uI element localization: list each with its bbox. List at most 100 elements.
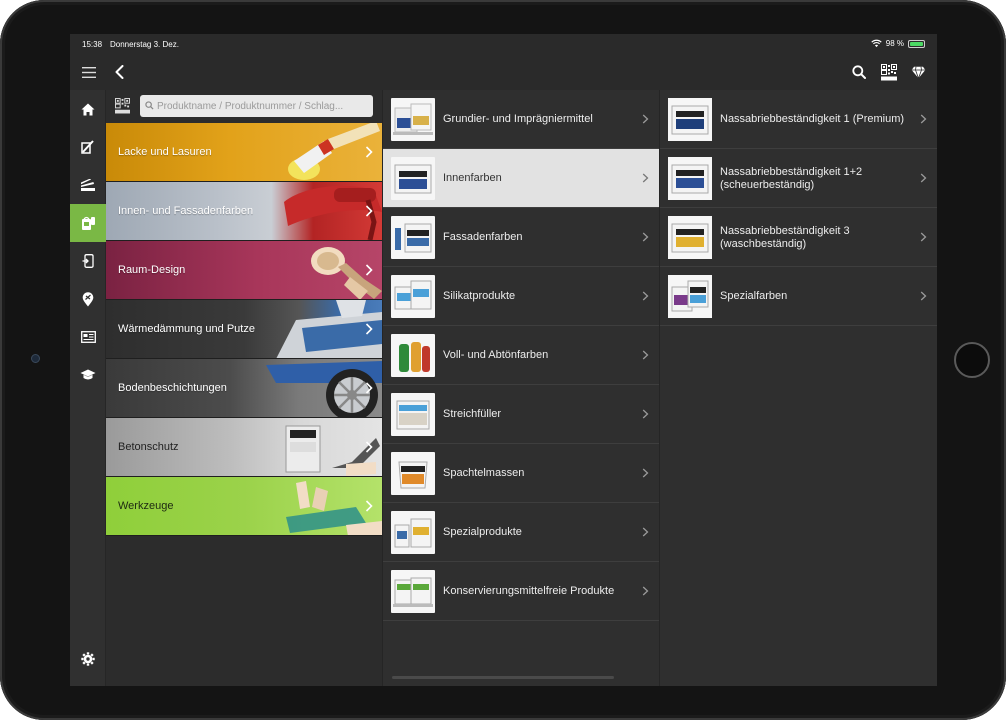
search-input[interactable] (140, 95, 373, 117)
chevron-right-icon (920, 114, 927, 124)
qr-scan-icon[interactable] (878, 61, 900, 83)
product-thumbnail (391, 98, 435, 141)
subcategory-label: Grundier- und Imprägniermittel (443, 113, 593, 125)
product-thumbnail (668, 98, 712, 141)
subcategory-row[interactable]: Voll- und Abtönfarben (383, 326, 660, 385)
subcategory-row[interactable]: Konservierungsmittelfreie Produkte (383, 562, 660, 621)
detail-row[interactable]: Spezialfarben (660, 267, 937, 326)
icon-sidebar (70, 90, 106, 686)
category-label: Raum-Design (118, 264, 186, 276)
detail-row[interactable]: Nassabriebbeständigkeit 1+2 (scheuerbest… (660, 149, 937, 208)
product-thumbnail (391, 452, 435, 495)
product-thumbnail (391, 334, 435, 377)
search-field-icon (145, 101, 154, 110)
subcategory-row[interactable]: Silikatprodukte (383, 267, 660, 326)
product-thumbnail (391, 511, 435, 554)
subcategory-row[interactable]: Grundier- und Imprägniermittel (383, 90, 660, 149)
product-thumbnail (391, 393, 435, 436)
subcategory-label: Spezialprodukte (443, 526, 522, 538)
product-thumbnail (391, 157, 435, 200)
category-innen-und-fassadenfarben[interactable]: Innen- und Fassadenfarben (106, 182, 382, 241)
device-icon (82, 254, 94, 268)
category-label: Bodenbeschichtungen (118, 382, 227, 394)
subcategory-row-selected[interactable]: Innenfarben (383, 149, 660, 208)
settings-icon (81, 652, 95, 666)
ipad-frame: 15:38 Donnerstag 3. Dez. 98 % Produktnam… (0, 0, 1006, 720)
product-thumbnail (391, 275, 435, 318)
chevron-right-icon (642, 173, 649, 183)
home-icon (81, 103, 95, 115)
category-label: Werkzeuge (118, 500, 174, 512)
sidebar-item-samples[interactable] (70, 166, 106, 204)
chevron-right-icon (920, 232, 927, 242)
search-bar (106, 90, 382, 123)
menu-icon[interactable] (78, 61, 100, 83)
sidebar-item-products[interactable] (70, 204, 106, 242)
category-label: Betonschutz (118, 441, 179, 453)
subcategory-label: Innenfarben (443, 172, 502, 184)
detail-column: Nassabriebbeständigkeit 1 (Premium) Nass… (659, 90, 937, 686)
category-raum-design[interactable]: Raum-Design (106, 241, 382, 300)
sidebar-item-settings[interactable] (70, 640, 106, 678)
qr-scan-button[interactable] (115, 98, 130, 114)
search-icon[interactable] (848, 61, 870, 83)
location-icon (82, 291, 94, 306)
chevron-right-icon (365, 441, 373, 453)
detail-row[interactable]: Nassabriebbeständigkeit 1 (Premium) (660, 90, 937, 149)
paint-bucket-icon (81, 216, 95, 230)
sidebar-item-location[interactable] (70, 280, 106, 318)
product-thumbnail (668, 157, 712, 200)
subcategory-row[interactable]: Streichfüller (383, 385, 660, 444)
subcategory-label: Streichfüller (443, 408, 502, 420)
sidebar-item-device[interactable] (70, 242, 106, 280)
sidebar-item-education[interactable] (70, 356, 106, 394)
brush-icon (81, 140, 94, 154)
detail-label: Nassabriebbeständigkeit 1+2 (scheuerbest… (720, 166, 863, 191)
product-thumbnail (668, 275, 712, 318)
status-bar: 15:38 Donnerstag 3. Dez. 98 % (70, 34, 937, 54)
sidebar-item-catalog[interactable] (70, 318, 106, 356)
chevron-right-icon (920, 291, 927, 301)
sidebar-item-home[interactable] (70, 90, 106, 128)
chevron-right-icon (642, 468, 649, 478)
detail-label: Nassabriebbeständigkeit 3 (waschbeständi… (720, 225, 850, 250)
subcategory-column: Grundier- und Imprägniermittel Innenfarb… (382, 90, 660, 686)
chevron-right-icon (920, 173, 927, 183)
diamond-icon[interactable] (907, 61, 929, 83)
chevron-right-icon (365, 500, 373, 512)
category-waermedaemmung-und-putze[interactable]: Wärmedämmung und Putze (106, 300, 382, 359)
category-lacke-und-lasuren[interactable]: Lacke und Lasuren (106, 123, 382, 182)
category-werkzeuge[interactable]: Werkzeuge (106, 477, 382, 536)
chevron-right-icon (642, 350, 649, 360)
back-icon[interactable] (108, 61, 130, 83)
wifi-icon (871, 39, 882, 48)
education-icon (80, 369, 96, 380)
category-label: Wärmedämmung und Putze (118, 323, 255, 335)
status-right: 98 % (871, 39, 925, 48)
product-thumbnail (391, 570, 435, 613)
chevron-right-icon (365, 323, 373, 335)
chevron-right-icon (365, 146, 373, 158)
scroll-indicator[interactable] (392, 676, 614, 679)
category-label: Lacke und Lasuren (118, 146, 212, 158)
subcategory-label: Silikatprodukte (443, 290, 516, 302)
sidebar-item-brush[interactable] (70, 128, 106, 166)
subcategory-row[interactable]: Spachtelmassen (383, 444, 660, 503)
chevron-right-icon (642, 527, 649, 537)
chevron-right-icon (365, 382, 373, 394)
category-betonschutz[interactable]: Betonschutz (106, 418, 382, 477)
subcategory-row[interactable]: Fassadenfarben (383, 208, 660, 267)
subcategory-label: Spachtelmassen (443, 467, 525, 479)
app-screen: 15:38 Donnerstag 3. Dez. 98 % Produktnam… (70, 34, 937, 686)
home-button[interactable] (954, 342, 990, 378)
detail-label: Nassabriebbeständigkeit 1 (Premium) (720, 113, 905, 125)
product-thumbnail (668, 216, 712, 259)
detail-row[interactable]: Nassabriebbeständigkeit 3 (waschbeständi… (660, 208, 937, 267)
chevron-right-icon (365, 264, 373, 276)
status-date: Donnerstag 3. Dez. (110, 40, 179, 49)
subcategory-row[interactable]: Spezialprodukte (383, 503, 660, 562)
status-time: 15:38 (82, 40, 103, 49)
subcategory-label: Konservierungsmittelfreie Produkte (443, 585, 615, 597)
category-column: Lacke und Lasuren Innen- und Fassadenfar… (106, 90, 382, 686)
category-bodenbeschichtungen[interactable]: Bodenbeschichtungen (106, 359, 382, 418)
